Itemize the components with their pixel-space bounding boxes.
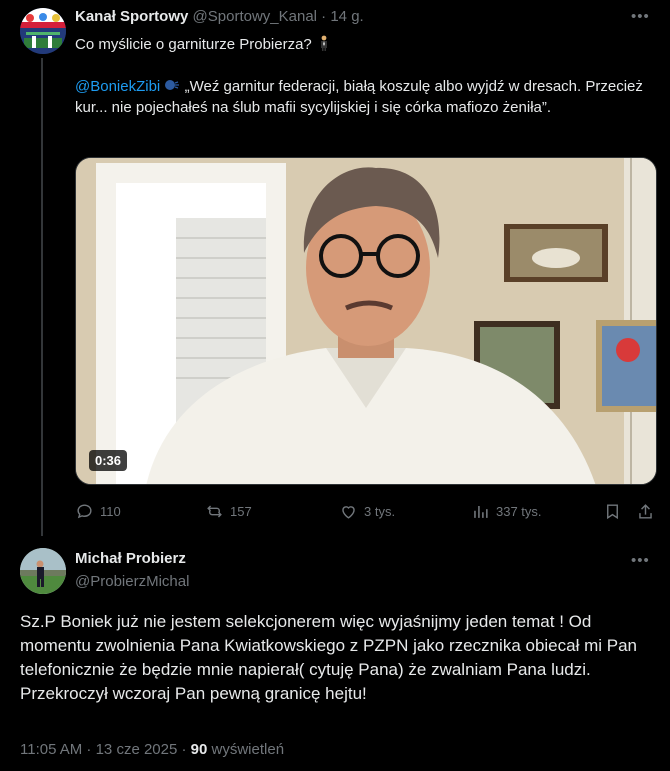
repost-count: 157 [230,503,252,519]
more-options-icon[interactable]: ••• [631,8,655,26]
author-handle[interactable]: @Sportowy_Kanal [193,8,317,25]
tweet-text: Sz.P Boniek już nie jestem selekcjonerem… [20,612,638,703]
tweet-timestamp[interactable]: 11:05 AM · 13 cze 2025 · [20,741,191,758]
bookmark-button[interactable] [603,500,622,522]
tweet-line-1: Co myślicie o garniturze Probierza? [75,36,316,53]
author-name[interactable]: Michał Probierz [75,550,186,567]
share-button[interactable] [636,500,655,522]
tweet-kanal-sportowy[interactable]: Kanał Sportowy @Sportowy_Kanal · 14 g. •… [0,0,670,536]
video-duration: 0:36 [89,450,128,471]
video-thumbnail [76,158,656,484]
avatar-kanal-sportowy[interactable] [20,8,66,54]
share-icon [639,503,652,519]
separator: · [321,8,327,25]
views-count: 90 [190,741,208,758]
mention-link[interactable]: @BoniekZibi [75,78,160,95]
tweet-michal-probierz[interactable]: Michał Probierz @ProbierzMichal ••• Sz.P… [0,536,670,771]
tweet-actions: 110 157 3 tys. 337 tys. [75,500,657,524]
bookmark-icon [607,503,618,519]
more-options-icon[interactable]: ••• [631,552,650,569]
author-name[interactable]: Kanał Sportowy [75,8,188,25]
thread-line [41,58,43,536]
man-in-suit-emoji-icon [320,35,327,51]
tweet-time[interactable]: 14 g. [330,8,363,25]
avatar-photo [20,548,66,594]
avatar-logo-icon [20,8,66,54]
heart-icon [342,505,355,519]
tweet-meta: 11:05 AM · 13 cze 2025 · 90 wyświetleń [20,741,284,758]
views-count: 337 tys. [496,503,542,519]
tweet-text: Co myślicie o garniturze Probierza? @Bon… [75,34,650,118]
video-player[interactable]: 0:36 [75,157,657,485]
repost-icon [207,504,222,518]
repost-button[interactable]: 157 [205,500,252,522]
reply-button[interactable]: 110 [75,500,121,522]
like-count: 3 tys. [364,503,396,519]
author-handle[interactable]: @ProbierzMichal [75,573,189,590]
analytics-icon [474,505,488,518]
like-button[interactable]: 3 tys. [339,500,395,522]
views-button[interactable]: 337 tys. [471,500,542,522]
views-label: wyświetleń [207,741,285,758]
reply-icon [77,503,92,518]
tweet-header: Kanał Sportowy @Sportowy_Kanal · 14 g. [75,8,364,25]
quote-text: „Weź garnitur federacji, białą koszulę a… [75,78,643,116]
reply-count: 110 [100,503,121,519]
avatar-michal-probierz[interactable] [20,548,66,594]
speaking-head-emoji-icon [165,80,180,90]
